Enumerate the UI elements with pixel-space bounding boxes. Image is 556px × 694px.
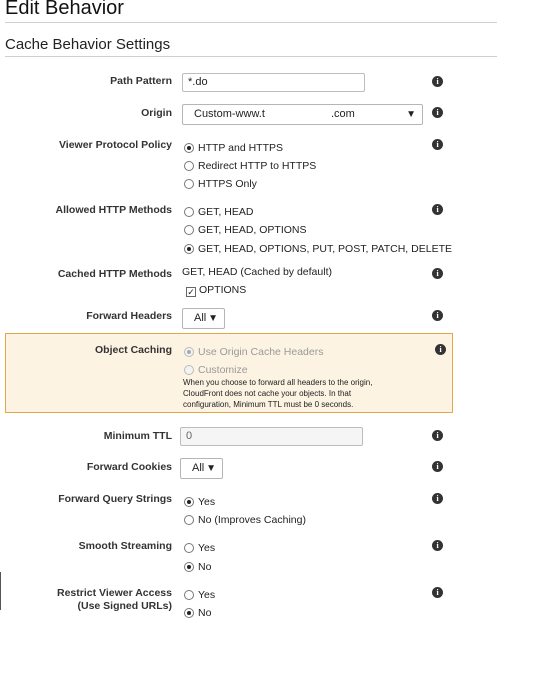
- forward-query-strings-option-no[interactable]: No (Improves Caching): [184, 513, 306, 527]
- info-icon[interactable]: i: [432, 204, 443, 215]
- radio-button[interactable]: [184, 608, 194, 618]
- radio-button[interactable]: [184, 244, 194, 254]
- chevron-down-icon: ▼: [206, 463, 216, 474]
- checkbox[interactable]: ✓: [186, 287, 196, 297]
- radio-button[interactable]: [184, 562, 194, 572]
- cached-methods-label: Cached HTTP Methods: [57, 268, 172, 280]
- cached-methods-options-checkbox[interactable]: ✓ OPTIONS: [186, 283, 246, 297]
- info-icon[interactable]: i: [432, 76, 443, 87]
- radio-button[interactable]: [184, 207, 194, 217]
- minimum-ttl-input[interactable]: 0: [180, 427, 363, 446]
- radio-button[interactable]: [184, 179, 194, 189]
- restrict-viewer-access-label: Restrict Viewer Access (Use Signed URLs): [57, 587, 172, 612]
- section-divider: [5, 56, 497, 57]
- origin-value-suffix: .com: [331, 108, 355, 120]
- path-pattern-input[interactable]: *.do: [182, 73, 365, 92]
- forward-headers-select[interactable]: All ▼: [182, 308, 225, 329]
- object-caching-option-origin-headers[interactable]: Use Origin Cache Headers: [184, 345, 323, 359]
- origin-value-prefix: Custom-www.t: [194, 108, 265, 120]
- allowed-methods-option-all[interactable]: GET, HEAD, OPTIONS, PUT, POST, PATCH, DE…: [184, 242, 452, 256]
- origin-select[interactable]: Custom-www.t .com ▼: [182, 104, 423, 125]
- forward-query-strings-option-yes[interactable]: Yes: [184, 495, 215, 509]
- radio-button[interactable]: [184, 225, 194, 235]
- viewer-protocol-option-redirect[interactable]: Redirect HTTP to HTTPS: [184, 159, 316, 173]
- viewer-protocol-option-http-https[interactable]: HTTP and HTTPS: [184, 141, 283, 155]
- forward-cookies-label: Forward Cookies: [86, 461, 172, 473]
- object-caching-note: When you choose to forward all headers t…: [183, 378, 373, 409]
- radio-button[interactable]: [184, 543, 194, 553]
- title-divider: [5, 22, 497, 23]
- info-icon[interactable]: i: [432, 540, 443, 551]
- viewer-protocol-label: Viewer Protocol Policy: [58, 139, 172, 151]
- forward-headers-label: Forward Headers: [86, 310, 172, 322]
- forward-query-strings-label: Forward Query Strings: [58, 493, 172, 505]
- radio-button[interactable]: [184, 161, 194, 171]
- info-icon[interactable]: i: [432, 461, 443, 472]
- minimum-ttl-label: Minimum TTL: [103, 430, 172, 442]
- radio-button[interactable]: [184, 143, 194, 153]
- object-caching-label: Object Caching: [94, 344, 172, 356]
- radio-button[interactable]: [184, 365, 194, 375]
- scrollbar-edge: [0, 572, 1, 610]
- radio-button[interactable]: [184, 515, 194, 525]
- forward-headers-value: All: [194, 312, 207, 324]
- origin-label: Origin: [141, 107, 172, 119]
- smooth-streaming-option-yes[interactable]: Yes: [184, 541, 215, 555]
- info-icon[interactable]: i: [432, 493, 443, 504]
- path-pattern-label: Path Pattern: [110, 75, 172, 87]
- forward-cookies-value: All: [192, 462, 205, 474]
- info-icon[interactable]: i: [432, 139, 443, 150]
- allowed-methods-option-get-head[interactable]: GET, HEAD: [184, 205, 253, 219]
- object-caching-option-customize[interactable]: Customize: [184, 363, 248, 377]
- radio-button[interactable]: [184, 590, 194, 600]
- allowed-methods-option-get-head-options[interactable]: GET, HEAD, OPTIONS: [184, 223, 307, 237]
- smooth-streaming-option-no[interactable]: No: [184, 560, 211, 574]
- info-icon[interactable]: i: [432, 268, 443, 279]
- page-title: Edit Behavior: [5, 0, 124, 19]
- section-title: Cache Behavior Settings: [5, 36, 171, 53]
- cached-methods-text: GET, HEAD (Cached by default): [182, 266, 332, 278]
- forward-cookies-select[interactable]: All ▼: [180, 458, 223, 479]
- chevron-down-icon: ▼: [406, 109, 416, 120]
- info-icon[interactable]: i: [435, 344, 446, 355]
- smooth-streaming-label: Smooth Streaming: [78, 540, 172, 552]
- info-icon[interactable]: i: [432, 310, 443, 321]
- info-icon[interactable]: i: [432, 107, 443, 118]
- restrict-viewer-access-option-yes[interactable]: Yes: [184, 588, 215, 602]
- chevron-down-icon: ▼: [208, 313, 218, 324]
- info-icon[interactable]: i: [432, 587, 443, 598]
- restrict-viewer-access-option-no[interactable]: No: [184, 606, 211, 620]
- radio-button[interactable]: [184, 497, 194, 507]
- viewer-protocol-option-https-only[interactable]: HTTPS Only: [184, 177, 257, 191]
- info-icon[interactable]: i: [432, 430, 443, 441]
- radio-button[interactable]: [184, 347, 194, 357]
- allowed-methods-label: Allowed HTTP Methods: [55, 204, 172, 216]
